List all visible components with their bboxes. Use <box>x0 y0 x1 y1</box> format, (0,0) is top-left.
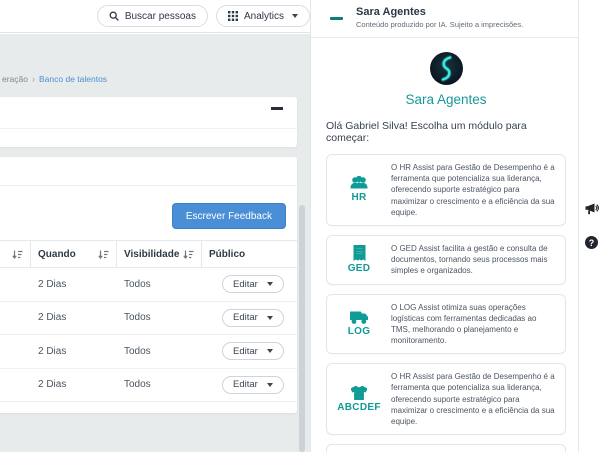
table-row: 2 Dias Todos Editar <box>0 268 297 302</box>
module-card-frete[interactable]: FRETE O Frete Assist para Gestão de fret… <box>326 444 566 452</box>
search-label: Buscar pessoas <box>124 10 196 22</box>
chevron-down-icon <box>266 382 273 387</box>
chevron-down-icon <box>292 14 298 18</box>
edit-label: Editar <box>233 312 258 324</box>
divider <box>0 128 297 129</box>
cell-visibilidade: Todos <box>124 345 151 357</box>
module-card-hr[interactable]: HR O HR Assist para Gestão de Desempenho… <box>326 154 566 226</box>
table-header-publico[interactable]: Público <box>202 241 297 267</box>
module-description: O GED Assist facilita a gestão e consult… <box>391 243 548 276</box>
cell-visibilidade: Todos <box>124 278 151 290</box>
ai-disclaimer: Conteúdo produzido por IA. Sujeito a imp… <box>356 20 524 29</box>
sara-title: Sara Agentes <box>405 92 487 107</box>
cell-quando: 2 Dias <box>38 278 67 290</box>
sara-panel-header: Sara Agentes Conteúdo produzido por IA. … <box>311 0 578 38</box>
sara-panel-body: Sara Agentes Olá Gabriel Silva! Escolha … <box>311 38 578 452</box>
side-icon-strip: ? <box>578 0 604 452</box>
module-label: GED <box>347 263 371 275</box>
sara-agentes-panel: Sara Agentes Conteúdo produzido por IA. … <box>310 0 578 452</box>
vertical-scrollbar[interactable] <box>299 205 305 452</box>
main-content-area: eração › Banco de talentos Escrever Feed… <box>0 34 310 452</box>
edit-label: Editar <box>233 345 258 357</box>
chevron-down-icon <box>266 349 273 354</box>
search-icon <box>109 11 119 21</box>
column-label: Público <box>209 248 246 260</box>
feedback-table-card: Escrever Feedback Quando Visibilidade Pú… <box>0 157 297 413</box>
edit-dropdown-button[interactable]: Editar <box>222 342 284 361</box>
module-label: LOG <box>347 325 371 337</box>
analytics-label: Analytics <box>243 10 284 22</box>
sort-icon[interactable] <box>183 249 194 260</box>
module-label: HR <box>351 192 367 204</box>
write-feedback-button[interactable]: Escrever Feedback <box>171 203 286 229</box>
table-row: 2 Dias Todos Editar <box>0 302 297 335</box>
cell-visibilidade: Todos <box>124 312 151 324</box>
collapse-icon[interactable] <box>271 107 283 110</box>
table-header-row: Quando Visibilidade Público <box>0 240 297 268</box>
cell-quando: 2 Dias <box>38 379 67 391</box>
search-people-button[interactable]: Buscar pessoas <box>96 5 208 27</box>
breadcrumb-current[interactable]: Banco de talentos <box>39 74 107 84</box>
panel-title: Sara Agentes <box>356 6 426 18</box>
edit-label: Editar <box>233 278 258 290</box>
edit-dropdown-button[interactable]: Editar <box>222 275 284 294</box>
app-window: Buscar pessoas Analytics eração › Banco … <box>0 0 604 452</box>
chevron-down-icon <box>266 282 273 287</box>
cell-visibilidade: Todos <box>124 379 151 391</box>
table-row: 2 Dias Todos Editar <box>0 335 297 369</box>
feedback-table: Quando Visibilidade Público 2 Dias Todos… <box>0 240 297 402</box>
module-label: ABCDEF <box>337 401 381 413</box>
analytics-menu-button[interactable]: Analytics <box>215 5 310 27</box>
edit-dropdown-button[interactable]: Editar <box>222 308 284 327</box>
edit-label: Editar <box>233 379 258 391</box>
help-glyph: ? <box>588 237 595 248</box>
grid-icon <box>227 11 238 21</box>
document-icon <box>353 245 365 262</box>
cell-quando: 2 Dias <box>38 345 67 357</box>
module-card-abcdef[interactable]: ABCDEF O HR Assist para Gestão de Desemp… <box>326 363 566 436</box>
tshirt-icon <box>351 385 367 400</box>
cell-quando: 2 Dias <box>38 312 67 324</box>
help-icon[interactable]: ? <box>585 236 598 249</box>
module-description: O LOG Assist otimiza suas operações logí… <box>391 302 537 346</box>
megaphone-icon[interactable] <box>585 203 599 216</box>
divider <box>0 185 297 186</box>
chevron-down-icon <box>266 315 273 320</box>
table-header-visibilidade[interactable]: Visibilidade <box>117 241 202 267</box>
table-header-quando[interactable]: Quando <box>31 241 117 267</box>
minimize-icon[interactable] <box>330 17 343 20</box>
truck-icon <box>350 311 368 324</box>
module-description: O HR Assist para Gestão de Desempenho é … <box>391 372 555 426</box>
breadcrumb-parent[interactable]: eração <box>2 74 28 84</box>
breadcrumb: eração › Banco de talentos <box>2 74 107 84</box>
top-bar: Buscar pessoas Analytics <box>0 0 312 33</box>
column-label: Quando <box>38 248 76 260</box>
module-list: HR O HR Assist para Gestão de Desempenho… <box>326 154 566 452</box>
column-label: Visibilidade <box>124 248 180 260</box>
table-header-cut-column <box>0 241 31 267</box>
collapsed-panel-card <box>0 97 297 147</box>
sara-greeting: Olá Gabriel Silva! Escolha um módulo par… <box>326 120 527 144</box>
table-row: 2 Dias Todos Editar <box>0 369 297 402</box>
module-card-log[interactable]: LOG O LOG Assist otimiza suas operações … <box>326 293 566 355</box>
sort-icon[interactable] <box>98 249 109 260</box>
sara-logo-icon <box>429 52 463 85</box>
module-description: O HR Assist para Gestão de Desempenho é … <box>391 163 555 217</box>
module-card-ged[interactable]: GED O GED Assist facilita a gestão e con… <box>326 234 566 285</box>
edit-dropdown-button[interactable]: Editar <box>222 375 284 394</box>
breadcrumb-separator-icon: › <box>32 74 35 84</box>
sort-icon[interactable] <box>12 249 23 260</box>
users-icon <box>350 176 368 189</box>
